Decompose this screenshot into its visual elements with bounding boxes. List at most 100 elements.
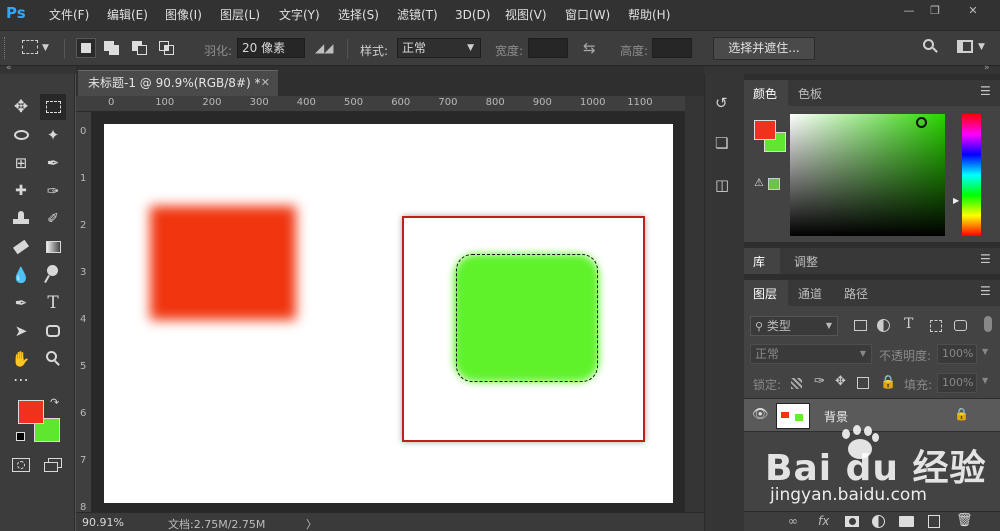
hue-slider[interactable] bbox=[962, 114, 981, 236]
crop-tool-icon[interactable]: ⊞ bbox=[8, 150, 34, 176]
panel-menu-icon[interactable]: ☰ bbox=[980, 84, 991, 98]
workspace-icon[interactable] bbox=[957, 40, 973, 53]
eyedropper-icon[interactable]: ✒ bbox=[40, 150, 66, 176]
close-icon[interactable]: ✕ bbox=[962, 3, 984, 19]
menu-edit[interactable]: 编辑(E) bbox=[107, 7, 148, 23]
history-panel-icon[interactable]: ↺ bbox=[715, 94, 728, 112]
layer-name[interactable]: 背景 bbox=[824, 408, 848, 425]
layer-filter-select[interactable]: ⚲ 类型 ▼ bbox=[750, 316, 838, 336]
color-picker-field[interactable] bbox=[790, 114, 945, 236]
chevron-down-icon[interactable]: ▼ bbox=[978, 42, 985, 52]
menu-type[interactable]: 文字(Y) bbox=[279, 7, 320, 23]
height-input[interactable] bbox=[652, 38, 692, 58]
menu-help[interactable]: 帮助(H) bbox=[628, 7, 670, 23]
fill-input[interactable]: 100% bbox=[937, 373, 977, 393]
brush-tool-icon[interactable]: ✑ bbox=[40, 178, 66, 204]
gradient-tool-icon[interactable] bbox=[40, 234, 66, 260]
menu-file[interactable]: 文件(F) bbox=[49, 7, 89, 23]
mask-icon[interactable] bbox=[845, 516, 859, 527]
trash-icon[interactable]: 🗑 bbox=[956, 513, 973, 528]
zoom-level[interactable]: 90.91% bbox=[82, 516, 124, 529]
lock-all-icon[interactable]: 🔒 bbox=[880, 375, 896, 390]
swap-colors-icon[interactable]: ↷ bbox=[50, 396, 59, 409]
menu-select[interactable]: 选择(S) bbox=[338, 7, 379, 23]
adjustment-icon[interactable] bbox=[872, 515, 885, 528]
shape-filter-icon[interactable] bbox=[930, 320, 942, 332]
link-icon[interactable]: ∞ bbox=[788, 514, 798, 528]
blur-tool-icon[interactable]: 💧 bbox=[8, 262, 34, 288]
tab-adjustments[interactable]: 调整 bbox=[794, 253, 818, 270]
pen-tool-icon[interactable]: ✒ bbox=[8, 290, 34, 316]
default-colors-icon[interactable] bbox=[16, 432, 25, 441]
adjustment-filter-icon[interactable] bbox=[877, 319, 890, 332]
type-filter-icon[interactable]: T bbox=[904, 316, 913, 332]
path-select-icon[interactable]: ➤ bbox=[8, 318, 34, 344]
lock-artboard-icon[interactable] bbox=[857, 377, 869, 389]
marquee-preset-icon[interactable] bbox=[22, 40, 38, 54]
color-picker-cursor[interactable] bbox=[916, 117, 927, 128]
tab-paths[interactable]: 路径 bbox=[844, 285, 868, 302]
lock-position-icon[interactable]: ✥ bbox=[835, 374, 846, 389]
foreground-color-swatch[interactable] bbox=[754, 120, 776, 140]
pixel-filter-icon[interactable] bbox=[854, 320, 867, 331]
group-icon[interactable] bbox=[899, 516, 914, 527]
menu-3d[interactable]: 3D(D) bbox=[455, 7, 490, 23]
type-tool-icon[interactable]: T bbox=[40, 290, 66, 316]
screen-mode-icon[interactable] bbox=[44, 458, 62, 472]
restore-icon[interactable]: ❐ bbox=[924, 3, 946, 19]
menu-filter[interactable]: 滤镜(T) bbox=[397, 7, 438, 23]
close-icon[interactable]: ✕ bbox=[261, 71, 270, 95]
status-menu-arrow[interactable]: 〉 bbox=[306, 516, 317, 531]
eraser-icon[interactable] bbox=[8, 234, 34, 260]
tab-swatches[interactable]: 色板 bbox=[798, 85, 822, 102]
magic-wand-icon[interactable]: ✦ bbox=[40, 122, 66, 148]
vertical-scrollbar[interactable] bbox=[685, 96, 704, 512]
more-tools-icon[interactable]: ⋯ bbox=[8, 366, 34, 392]
visibility-eye-icon[interactable]: 👁 bbox=[752, 407, 769, 422]
menu-layer[interactable]: 图层(L) bbox=[220, 7, 260, 23]
new-layer-icon[interactable] bbox=[928, 515, 940, 528]
quick-mask-icon[interactable] bbox=[12, 458, 30, 472]
select-and-mask-button[interactable]: 选择并遮住... bbox=[713, 37, 815, 60]
shape-tool-icon[interactable] bbox=[40, 318, 66, 344]
width-input[interactable] bbox=[528, 38, 568, 58]
menu-image[interactable]: 图像(I) bbox=[165, 7, 202, 23]
feather-input[interactable]: 20 像素 bbox=[237, 38, 305, 58]
move-tool-icon[interactable]: ✥ bbox=[8, 94, 34, 120]
style-select[interactable]: 正常 ▼ bbox=[397, 38, 481, 58]
filter-toggle[interactable] bbox=[984, 316, 992, 332]
healing-brush-icon[interactable]: ✚ bbox=[8, 178, 34, 204]
history-brush-icon[interactable]: ✐ bbox=[40, 206, 66, 232]
collapse-left-icon[interactable]: « bbox=[6, 63, 12, 73]
foreground-color-swatch[interactable] bbox=[18, 400, 44, 424]
fx-icon[interactable]: fx bbox=[818, 514, 829, 528]
lock-pixels-icon[interactable]: ✑ bbox=[814, 374, 825, 389]
gamut-warning-icon[interactable]: ⚠ bbox=[754, 176, 764, 189]
minimize-icon[interactable]: — bbox=[898, 3, 920, 19]
3d-panel-icon[interactable]: ❏ bbox=[715, 134, 728, 152]
collapse-right-icon[interactable]: » bbox=[984, 63, 990, 73]
panel-menu-icon[interactable]: ☰ bbox=[980, 284, 991, 298]
anti-alias-icon[interactable]: ◢◢ bbox=[315, 41, 333, 55]
menu-window[interactable]: 窗口(W) bbox=[565, 7, 610, 23]
blend-mode-select[interactable]: 正常 ▼ bbox=[750, 344, 872, 364]
chevron-down-icon[interactable]: ▼ bbox=[42, 43, 49, 53]
smart-object-filter-icon[interactable] bbox=[954, 320, 967, 331]
hue-slider-handle[interactable]: ▶ bbox=[953, 196, 959, 205]
tab-color[interactable]: 颜色 bbox=[753, 85, 777, 102]
rect-marquee-tool-icon[interactable] bbox=[40, 94, 66, 120]
swap-icon[interactable]: ⇆ bbox=[583, 39, 596, 57]
chevron-down-icon[interactable]: ▼ bbox=[982, 376, 988, 385]
lasso-tool-icon[interactable] bbox=[8, 122, 34, 148]
tab-libraries[interactable]: 库 bbox=[753, 253, 765, 270]
layer-lock-icon[interactable]: 🔒 bbox=[954, 407, 969, 421]
add-selection-button[interactable] bbox=[102, 38, 122, 58]
panel-menu-icon[interactable]: ☰ bbox=[980, 252, 991, 266]
tab-channels[interactable]: 通道 bbox=[798, 285, 822, 302]
clone-stamp-icon[interactable] bbox=[8, 206, 34, 232]
lock-transparent-icon[interactable] bbox=[791, 378, 802, 389]
properties-panel-icon[interactable]: ◫ bbox=[715, 176, 729, 194]
new-selection-button[interactable] bbox=[76, 38, 96, 58]
web-safe-color-icon[interactable] bbox=[768, 178, 780, 190]
canvas[interactable] bbox=[104, 124, 673, 503]
